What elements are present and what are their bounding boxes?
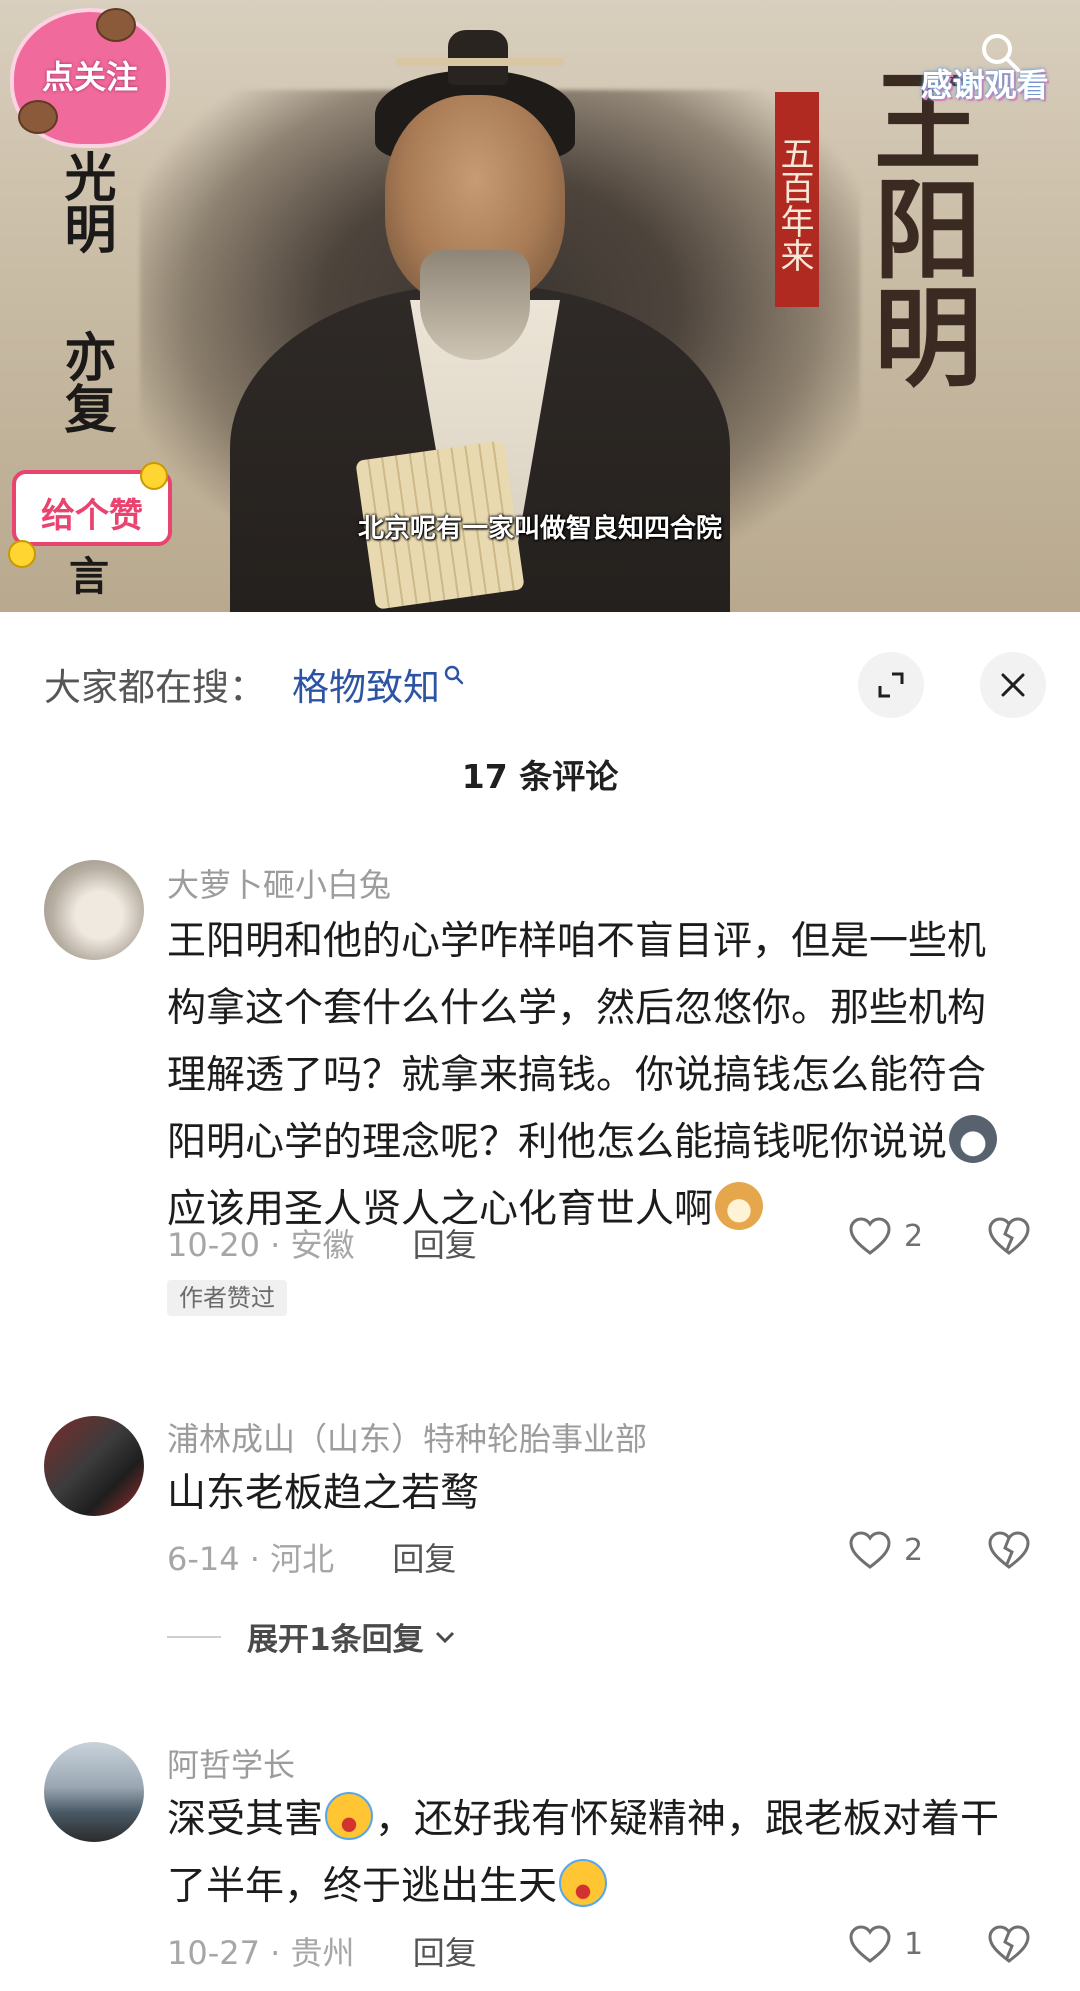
comment-text: 山东老板趋之若鹜: [167, 1471, 480, 1516]
like-count: 2: [904, 1532, 924, 1568]
divider-line: [167, 1635, 221, 1638]
broken-heart-icon[interactable]: [987, 1530, 1031, 1570]
avatar[interactable]: [44, 860, 144, 960]
chevron-down-icon: [435, 1631, 454, 1643]
like-button[interactable]: 2: [848, 1530, 923, 1570]
suggested-search-term[interactable]: 格物致知: [292, 657, 440, 711]
comment-author[interactable]: 大萝卜砸小白兔: [167, 860, 391, 906]
expand-replies-button[interactable]: 展开1条回复: [167, 1614, 458, 1659]
avatar[interactable]: [44, 1416, 144, 1516]
reply-button[interactable]: 回复: [392, 1540, 456, 1578]
crying-emoji-icon: [325, 1792, 374, 1840]
comment-date-location: 6-14 · 河北: [167, 1540, 335, 1578]
like-count: 2: [904, 1218, 924, 1254]
heart-icon: [849, 1531, 891, 1569]
broken-heart-icon[interactable]: [987, 1216, 1031, 1256]
smile-icon: [140, 462, 168, 490]
comment-date-location: 10-20 · 安徽: [167, 1226, 355, 1264]
video-player[interactable]: 光明 亦复 言 五百年来 王阳明 点关注 给个赞 感谢观看 北京呢有一家叫做智良…: [0, 0, 1080, 612]
search-icon[interactable]: [978, 30, 1022, 74]
figure-hairpin: [395, 58, 565, 66]
comment-author[interactable]: 阿哲学长: [167, 1740, 295, 1786]
comment-text: 深受其害 ，还好我有怀疑精神，跟老板对着干了半年，终于逃出生天: [167, 1786, 1017, 1920]
avatar[interactable]: [44, 1742, 144, 1842]
broken-heart-icon[interactable]: [987, 1924, 1031, 1964]
heart-icon: [849, 1925, 891, 1963]
figure-beard: [420, 250, 530, 360]
comment-meta: 6-14 · 河北 回复: [167, 1534, 456, 1580]
comment-author[interactable]: 浦林成山（山东）特种轮胎事业部: [167, 1414, 647, 1460]
video-title-calligraphy: 王阳明: [856, 65, 982, 389]
husky-emoji-icon: [949, 1115, 998, 1163]
comment-count-title: 17 条评论: [461, 757, 619, 796]
suggested-search: 大家都在搜： 格物致知: [44, 656, 464, 712]
video-subtitle: 北京呢有一家叫做智良知四合院: [357, 514, 722, 544]
vertical-calligraphy-2: 亦复: [55, 330, 116, 434]
doge-emoji-icon: [715, 1182, 764, 1230]
expand-icon: [878, 672, 904, 698]
comment-text-part: 王阳明和他的心学咋样咱不盲目评，但是一些机构拿这个套什么什么学，然后忽悠你。那些…: [167, 919, 987, 1165]
bear-icon: [96, 8, 136, 42]
vertical-calligraphy-1: 光明: [55, 150, 116, 254]
red-banner: 五百年来: [774, 92, 819, 307]
search-icon[interactable]: [444, 665, 464, 685]
close-icon: [1001, 673, 1025, 697]
author-liked-tag: 作者赞过: [167, 1280, 287, 1316]
comment-meta: 10-20 · 安徽 回复: [167, 1220, 477, 1266]
comment-meta: 10-27 · 贵州 回复: [167, 1928, 477, 1974]
crying-emoji-icon: [559, 1859, 608, 1907]
reply-button[interactable]: 回复: [413, 1934, 477, 1972]
suggested-search-label: 大家都在搜：: [44, 666, 266, 709]
like-count: 1: [904, 1926, 924, 1962]
like-button[interactable]: 2: [848, 1216, 923, 1256]
reply-button[interactable]: 回复: [413, 1226, 477, 1264]
heart-icon: [849, 1217, 891, 1255]
expand-button[interactable]: [858, 652, 924, 718]
follow-sticker-text: 点关注: [41, 58, 138, 96]
like-button[interactable]: 1: [848, 1924, 923, 1964]
comment-text-part: 深受其害: [167, 1797, 324, 1842]
comment-text: 王阳明和他的心学咋样咱不盲目评，但是一些机构拿这个套什么什么学，然后忽悠你。那些…: [167, 908, 1017, 1243]
expand-replies-label: 展开1条回复: [247, 1622, 424, 1658]
comment-date-location: 10-27 · 贵州: [167, 1934, 355, 1972]
vertical-calligraphy-3: 言: [62, 555, 109, 595]
comment-sheet: 大家都在搜： 格物致知 17 条评论 大萝卜砸小白兔 王阳明和他的心学咋样咱不盲…: [0, 616, 1080, 1991]
close-button[interactable]: [980, 652, 1046, 718]
bear-icon: [18, 100, 58, 134]
